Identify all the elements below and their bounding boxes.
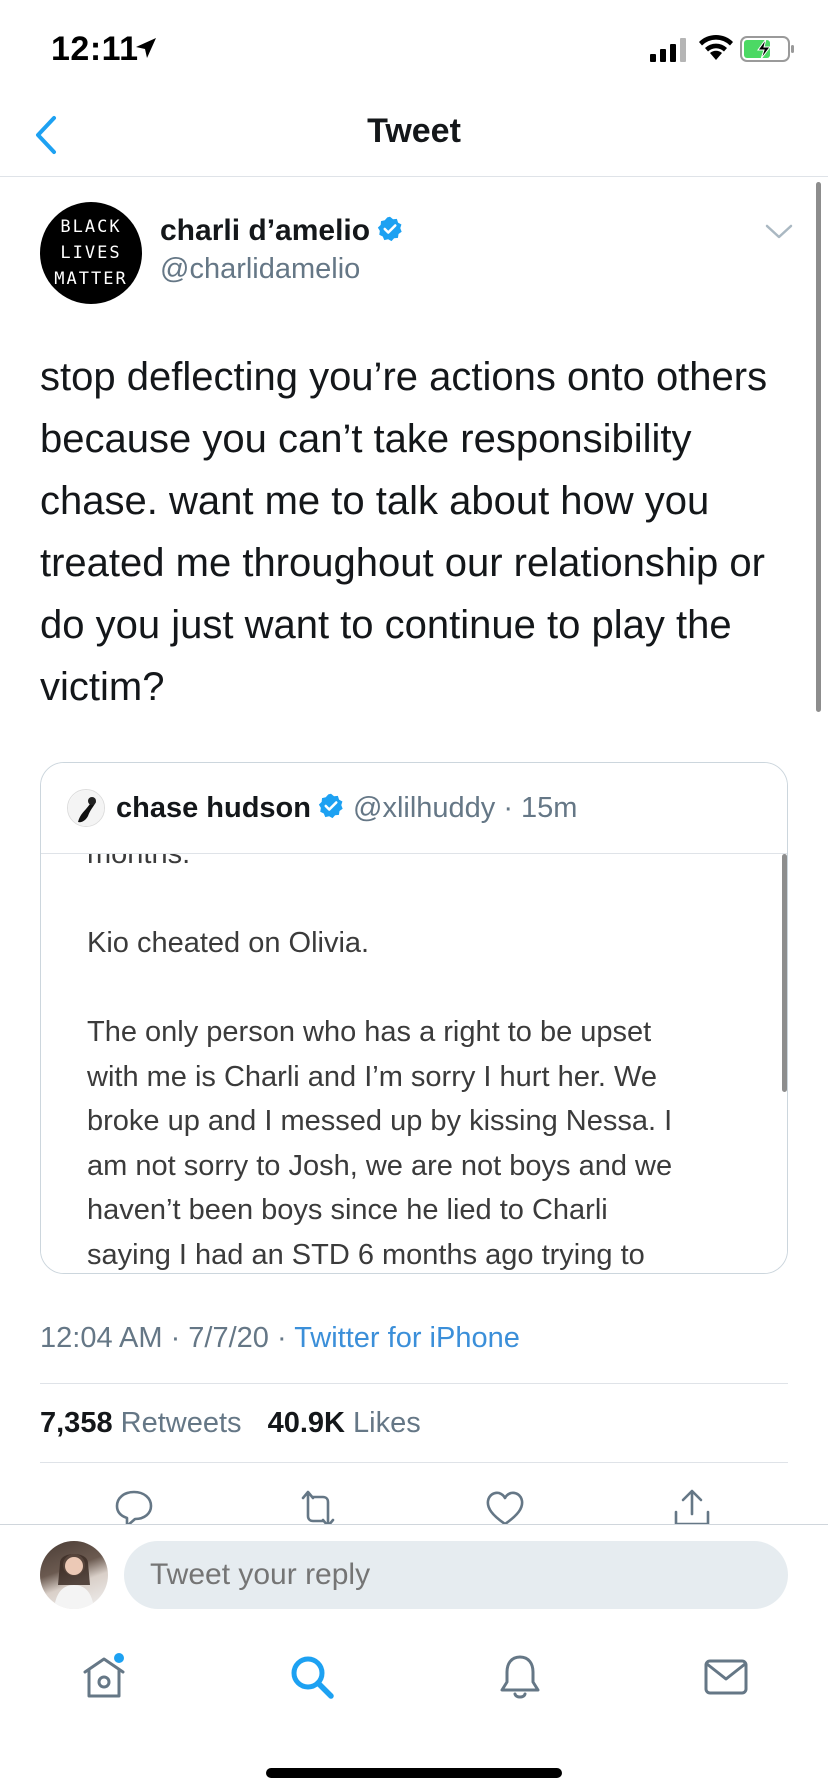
retweets-stat[interactable]: 7,358 Retweets — [40, 1407, 242, 1439]
reply-input[interactable] — [124, 1541, 788, 1609]
verified-badge-icon — [318, 793, 343, 819]
quoted-text-line: am not sorry to Josh, we are not boys an… — [87, 1149, 673, 1182]
retweet-icon[interactable] — [297, 1488, 339, 1524]
quoted-text-line: The only person who has a right to be up… — [87, 1016, 652, 1048]
status-bar: 12:11 — [0, 0, 828, 100]
tweet-timestamp: 12:04 AM · 7/7/20 · — [40, 1322, 295, 1354]
avatar-text-line: MATTER — [54, 269, 128, 289]
quoted-text-line — [87, 966, 727, 1011]
reply-icon[interactable] — [113, 1488, 155, 1524]
author-handle[interactable]: @charlidamelio — [160, 253, 360, 286]
quoted-text-line: haven’t been boys since he lied to Charl… — [87, 1194, 608, 1226]
avatar-text-line: BLACK — [60, 217, 122, 237]
quoted-tweet-header: chase hudson @xlilhuddy · 15m — [41, 763, 787, 854]
divider — [40, 1383, 788, 1384]
nav-bar: Tweet — [0, 100, 828, 177]
search-icon[interactable] — [287, 1652, 337, 1702]
status-time: 12:11 — [51, 30, 139, 68]
likes-count: 40.9K — [267, 1407, 345, 1439]
likes-stat[interactable]: 40.9K Likes — [268, 1407, 421, 1439]
quoted-text-lines: months. Kio cheated on Olivia. The only … — [87, 854, 727, 1273]
tweet-actions — [0, 1488, 828, 1524]
quoted-text-line: months. — [87, 854, 191, 870]
wifi-icon — [699, 34, 733, 60]
quoted-author-handle: @xlilhuddy · 15m — [353, 792, 578, 824]
quoted-text-line: broke up and I messed up by kissing Ness… — [87, 1105, 673, 1137]
chevron-down-icon[interactable] — [764, 222, 794, 242]
avatar-text-line: LIVES — [60, 243, 122, 263]
author-name[interactable]: charli d’amelio — [160, 214, 404, 248]
quoted-image-scrollbar — [782, 854, 787, 1092]
retweets-label: Retweets — [120, 1407, 242, 1439]
quoted-author: chase hudson @xlilhuddy · 15m — [116, 792, 577, 825]
tweet-meta: 12:04 AM · 7/7/20 · Twitter for iPhone — [40, 1322, 520, 1355]
notifications-icon[interactable] — [495, 1652, 545, 1702]
tweet-source-link[interactable]: Twitter for iPhone — [294, 1322, 520, 1354]
like-icon[interactable] — [484, 1488, 526, 1524]
quoted-text-line: with me is Charli and I’m sorry I hurt h… — [87, 1060, 657, 1093]
likes-label: Likes — [353, 1407, 421, 1439]
divider — [40, 1462, 788, 1463]
home-icon[interactable] — [79, 1652, 129, 1702]
author-name-text: charli d’amelio — [160, 214, 371, 247]
quoted-author-avatar — [67, 789, 105, 827]
retweets-count: 7,358 — [40, 1407, 113, 1439]
quoted-text-line: Kio cheated on Olivia. — [87, 927, 370, 959]
cellular-signal-icon — [650, 38, 686, 62]
reply-bar — [0, 1524, 828, 1620]
tweet-text: stop deflecting you’re actions onto othe… — [40, 355, 768, 709]
page-title: Tweet — [367, 112, 461, 150]
user-photo-icon — [54, 1554, 94, 1609]
current-user-avatar[interactable] — [40, 1541, 108, 1609]
messages-icon[interactable] — [701, 1652, 751, 1702]
scrollbar[interactable] — [816, 182, 821, 712]
quoted-tweet-image: months. Kio cheated on Olivia. The only … — [41, 854, 787, 1273]
quoted-text-line: saying I had an STD 6 months ago trying … — [87, 1238, 645, 1271]
verified-badge-icon — [377, 216, 402, 242]
quoted-author-name: chase hudson — [116, 792, 311, 824]
quoted-avatar-image-icon — [68, 790, 104, 826]
share-icon[interactable] — [671, 1488, 713, 1524]
battery-charging-icon — [740, 36, 794, 62]
tab-bar — [0, 1620, 828, 1792]
quoted-tweet-card[interactable]: chase hudson @xlilhuddy · 15m months. Kio… — [40, 762, 788, 1274]
tweet-stats: 7,358 Retweets 40.9K Likes — [40, 1407, 439, 1440]
location-arrow-icon — [136, 38, 156, 58]
quoted-text-line — [87, 877, 727, 922]
home-indicator[interactable] — [266, 1768, 562, 1778]
author-avatar[interactable]: BLACK LIVES MATTER — [40, 202, 142, 304]
